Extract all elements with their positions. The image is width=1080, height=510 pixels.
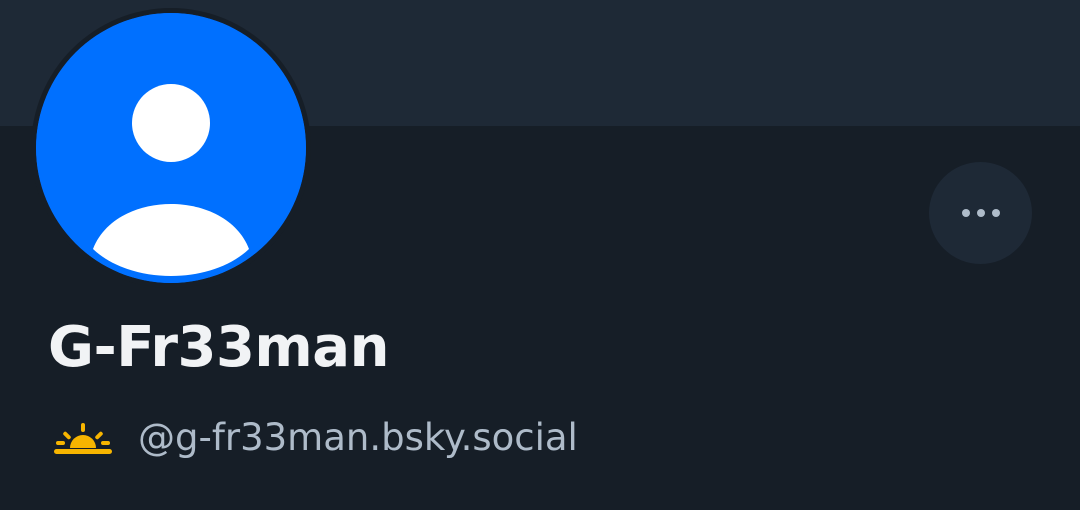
handle-row: @g-fr33man.bsky.social [52,412,578,464]
avatar[interactable] [36,13,306,283]
default-person-avatar-icon [36,13,306,283]
more-options-button[interactable] [929,162,1032,264]
profile-display-name: G-Fr33man [48,315,389,380]
profile-handle[interactable]: @g-fr33man.bsky.social [138,412,578,464]
sunrise-emoji-icon [54,423,112,454]
avatar-border [31,8,311,288]
ellipsis-horizontal-icon [976,209,985,217]
ellipsis-horizontal-icon [961,209,970,217]
profile-header: G-Fr33man @g-fr33man.bsky.social [0,0,1080,510]
ellipsis-horizontal-icon [991,209,1000,217]
